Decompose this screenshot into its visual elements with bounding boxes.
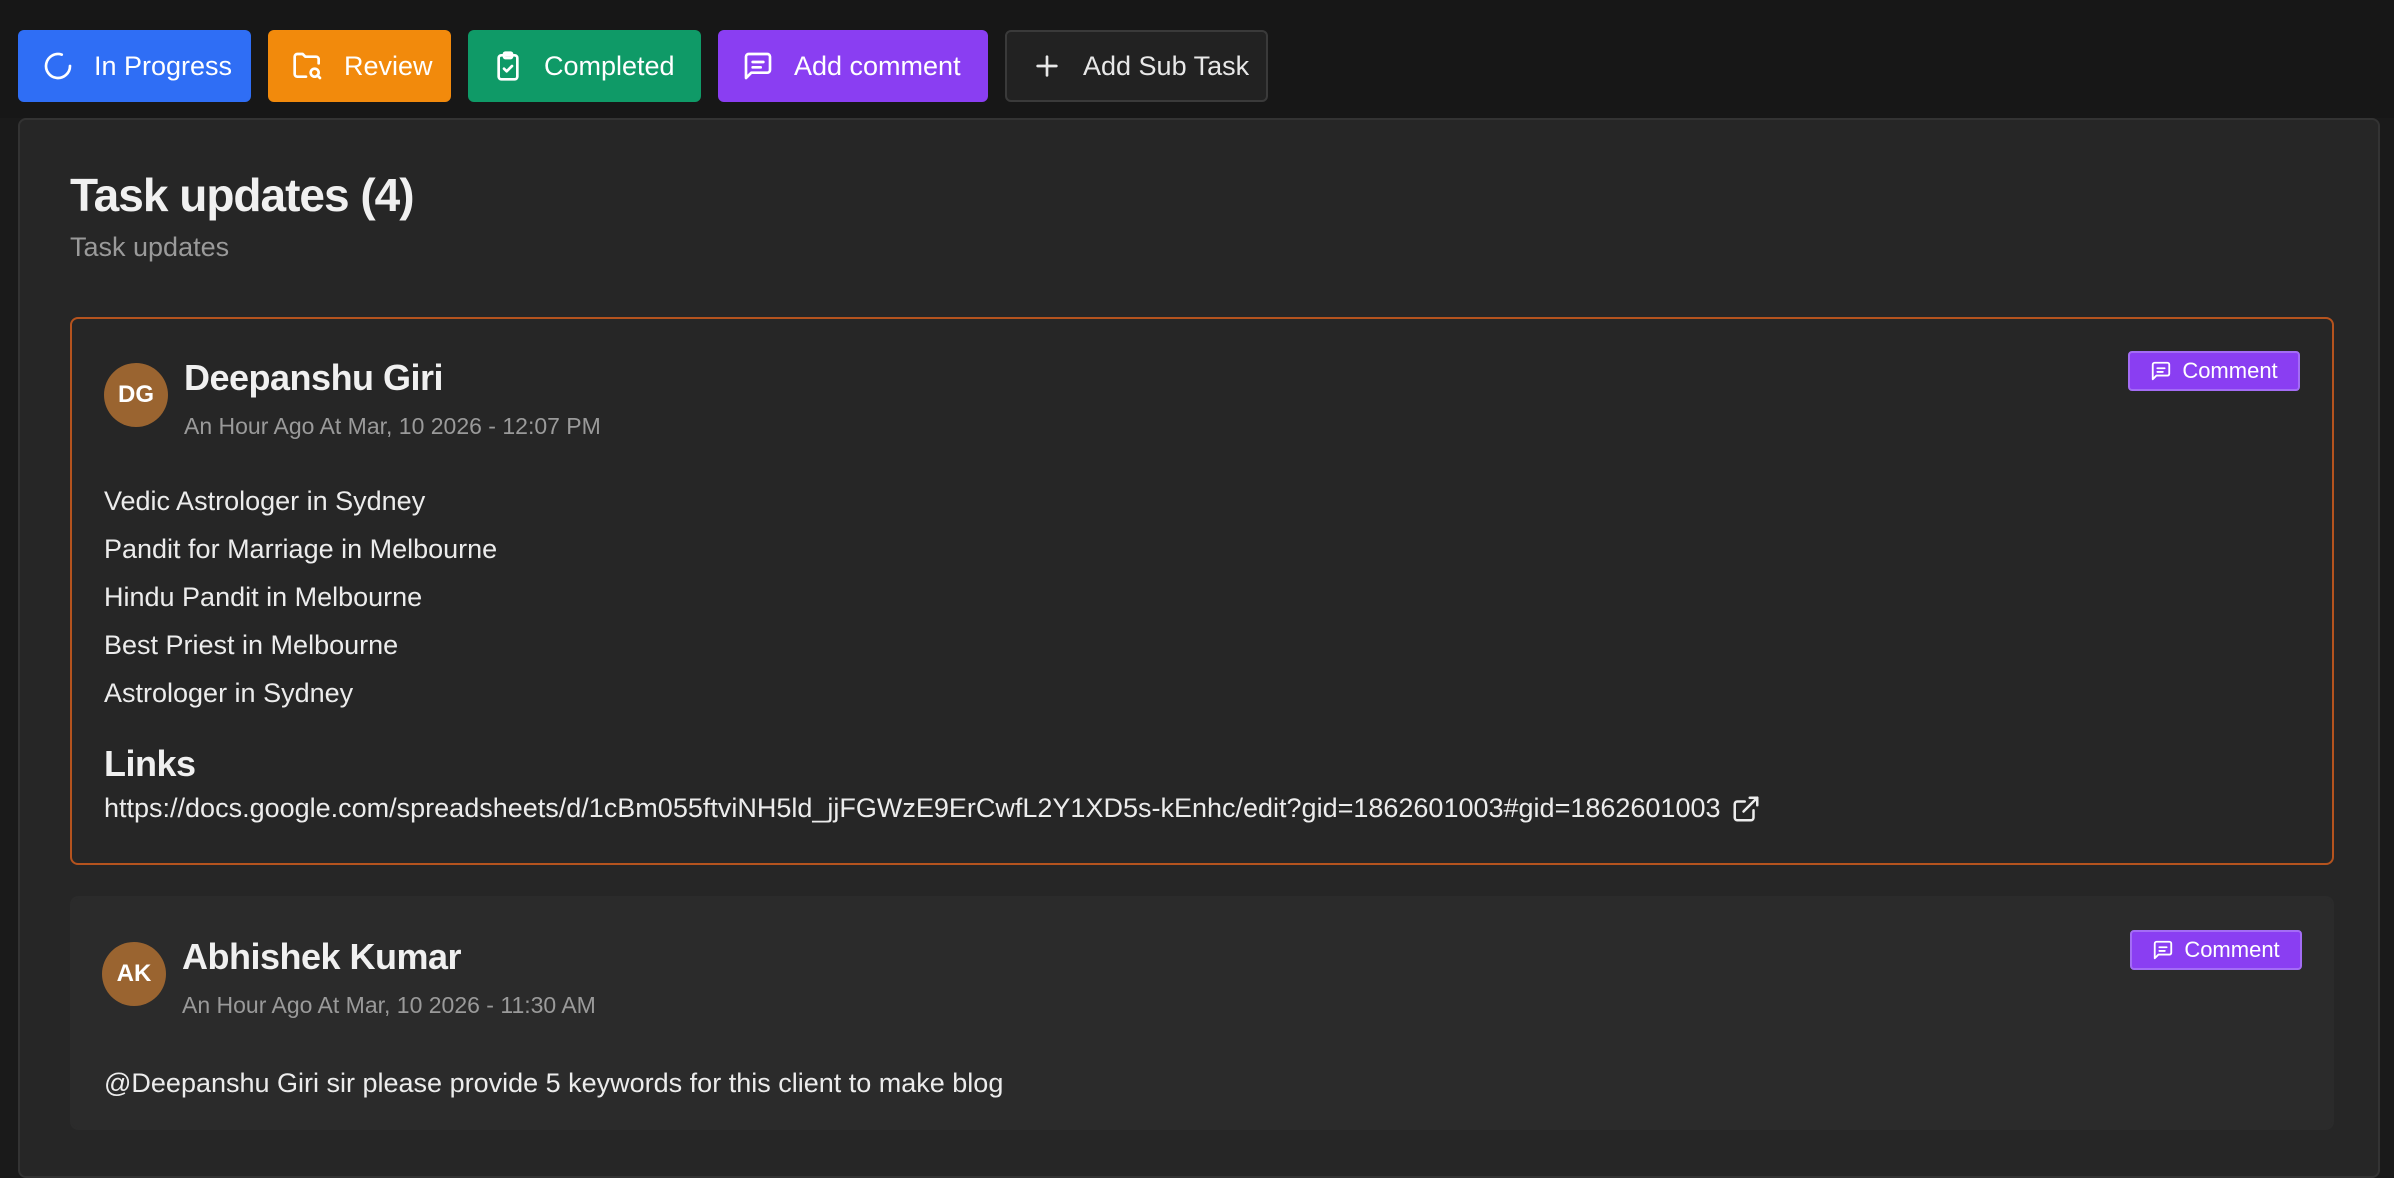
add-subtask-button[interactable]: Add Sub Task [1005,30,1268,102]
update-message: @Deepanshu Giri sir please provide 5 key… [104,1068,1004,1098]
message-square-icon [744,52,772,80]
task-updates-panel: Task updates (4) Task updates DG Deepans… [18,118,2380,1178]
update-author: Deepanshu Giri [184,357,444,398]
in-progress-button[interactable]: In Progress [18,30,251,102]
links-heading: Links [104,743,196,784]
panel-subtitle: Task updates [70,232,230,262]
update-line: Hindu Pandit in Melbourne [104,582,423,612]
clipboard-check-icon [497,51,519,81]
panel-title: Task updates (4) [70,169,415,221]
update-line: Astrologer in Sydney [104,678,354,708]
spreadsheet-link[interactable]: https://docs.google.com/spreadsheets/d/1… [104,793,1721,824]
update-timestamp: An Hour Ago At Mar, 10 2026 - 11:30 AM [182,992,596,1018]
comment-button[interactable]: Comment [2130,930,2302,970]
update-body: Vedic Astrologer in Sydney Pandit for Ma… [104,477,497,717]
comment-label: Comment [2182,358,2278,383]
update-card: AK Abhishek Kumar An Hour Ago At Mar, 10… [70,896,2334,1130]
update-line: Best Priest in Melbourne [104,630,399,660]
action-button-row: In Progress Review Completed Add comment… [18,30,1268,102]
update-timestamp: An Hour Ago At Mar, 10 2026 - 12:07 PM [184,413,601,439]
avatar: AK [102,942,166,1006]
update-card: DG Deepanshu Giri An Hour Ago At Mar, 10… [70,317,2334,865]
update-line: Vedic Astrologer in Sydney [104,486,426,516]
plus-icon [1036,55,1058,77]
review-label: Review [344,50,433,81]
message-square-icon [2152,361,2171,381]
message-square-icon [2154,940,2173,960]
avatar: DG [104,363,168,427]
comment-button[interactable]: Comment [2128,351,2300,391]
add-comment-label: Add comment [794,50,961,81]
update-author: Abhishek Kumar [182,936,462,977]
add-subtask-label: Add Sub Task [1083,50,1250,81]
link-row: https://docs.google.com/spreadsheets/d/1… [104,793,1761,824]
completed-button[interactable]: Completed [468,30,701,102]
update-line: Pandit for Marriage in Melbourne [104,534,498,564]
in-progress-label: In Progress [94,50,233,81]
completed-label: Completed [544,50,675,81]
folder-search-icon [293,52,322,80]
review-button[interactable]: Review [268,30,451,102]
loader-icon [44,52,72,80]
action-toolbar: In Progress Review Completed Add comment… [0,0,2394,118]
add-comment-button[interactable]: Add comment [718,30,988,102]
external-link-icon[interactable] [1731,794,1761,824]
comment-label: Comment [2184,937,2280,962]
